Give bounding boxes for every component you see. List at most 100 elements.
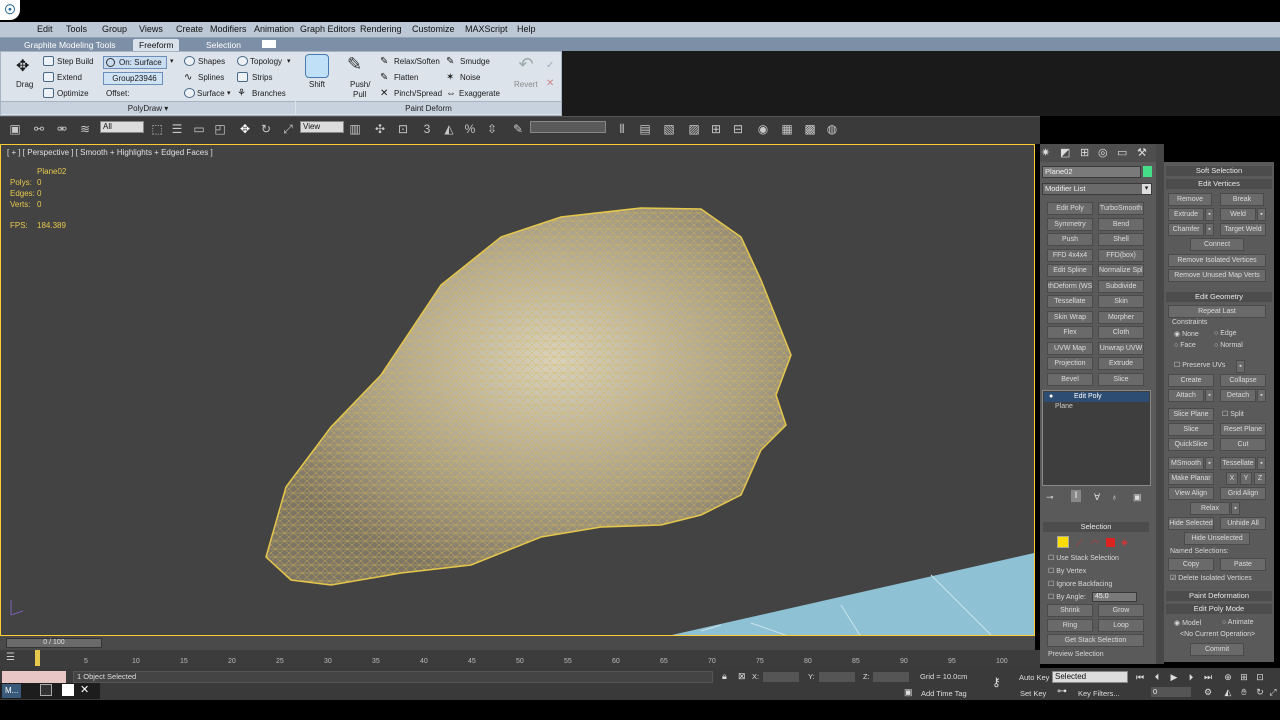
menu-maxscript[interactable]: MAXScript [465,24,508,34]
menu-views[interactable]: Views [139,24,163,34]
cancel-x-icon[interactable]: ✕ [546,78,558,90]
stack-bulb-icon[interactable]: ● [1049,393,1053,400]
graphite-toggle-icon[interactable]: ▨ [685,120,703,138]
modifier-button[interactable]: thDeform (WS [1047,279,1093,293]
modifier-button[interactable]: Morpher [1098,310,1144,324]
vertex-mode-icon[interactable] [1057,536,1069,548]
taskbar-close-icon[interactable]: ✕ [80,683,89,696]
weld-button[interactable]: Weld [1220,208,1256,221]
revert-button[interactable]: Revert [514,80,538,89]
create-tab-icon[interactable]: ✷ [1041,146,1050,159]
menu-edit[interactable]: Edit [37,24,53,34]
step-build-button[interactable]: Step Build [57,57,93,66]
hierarchy-tab-icon[interactable]: ⊞ [1080,146,1089,159]
material-editor-icon[interactable]: ◉ [754,120,772,138]
select-object-icon[interactable]: ⬚ [148,120,166,138]
menu-animation[interactable]: Animation [254,24,294,34]
modifier-button[interactable]: Flex [1047,326,1093,339]
shift-button[interactable]: Shift [309,80,325,89]
bind-space-warp-icon[interactable]: ≋ [76,120,94,138]
paint-deformation-rollout[interactable]: Paint Deformation [1166,591,1272,601]
modify-tab-icon[interactable]: ◩ [1060,146,1070,159]
revert-icon[interactable]: ↶ [514,54,538,78]
msmooth-button[interactable]: MSmooth [1168,457,1204,470]
modifier-button[interactable]: Tessellate [1047,295,1093,308]
curve-editor-icon[interactable]: ⊞ [707,120,725,138]
taskbar-blank-icon[interactable] [62,684,74,696]
remove-modifier-icon[interactable]: ♁ [1111,492,1118,502]
extrude-settings-icon[interactable]: ▪ [1205,208,1214,221]
smudge-button[interactable]: Smudge [460,57,490,66]
maxscript-listener-field[interactable] [2,671,66,683]
attach-settings-icon[interactable]: ▪ [1205,389,1214,402]
modifier-button[interactable]: Edit Spline [1047,264,1093,277]
current-frame-marker[interactable] [35,650,40,666]
grow-button[interactable]: Grow [1098,604,1144,617]
selection-rollout-header[interactable]: Selection [1043,522,1149,532]
weld-settings-icon[interactable]: ▪ [1257,208,1266,221]
break-button[interactable]: Break [1220,193,1264,206]
grid-align-button[interactable]: Grid Align [1220,487,1266,500]
configure-modifier-sets-icon[interactable]: ▣ [1133,492,1142,503]
planar-z-button[interactable]: Z [1254,472,1266,485]
show-end-result-icon[interactable]: I [1071,490,1081,502]
push-label[interactable]: Push/ [350,80,370,89]
rotate-icon[interactable]: ↻ [257,120,275,138]
create-button[interactable]: Create [1168,374,1214,387]
edit-vertices-rollout[interactable]: Edit Vertices [1166,179,1272,189]
relax-soften-button[interactable]: Relax/Soften [394,57,440,66]
edit-geometry-rollout[interactable]: Edit Geometry [1166,292,1272,302]
element-mode-icon[interactable]: ◈ [1121,537,1128,548]
maximize-viewport-icon[interactable]: ⤢ [1267,686,1279,698]
view-align-button[interactable]: View Align [1168,487,1214,500]
next-frame-icon[interactable]: ⏵ [1185,671,1197,683]
render-production-icon[interactable]: ◍ [823,120,841,138]
modifier-button[interactable]: Shell [1098,233,1144,246]
keyboard-shortcut-icon[interactable]: ⊡ [394,120,412,138]
pin-stack-icon[interactable]: ⊸ [1046,492,1054,503]
time-config-icon[interactable]: ⚙ [1202,686,1214,698]
tessellate-button[interactable]: Tessellate [1220,457,1256,470]
schematic-view-icon[interactable]: ⊟ [729,120,747,138]
manipulate-icon[interactable]: ✣ [371,120,389,138]
angle-field[interactable]: 45.0 [1092,592,1137,602]
slice-plane-button[interactable]: Slice Plane [1168,408,1214,421]
mini-curve-editor-icon[interactable]: ☰ [6,652,15,663]
modifier-button[interactable]: Unwrap UVW [1098,341,1144,355]
target-weld-button[interactable]: Target Weld [1220,223,1266,236]
copy-button[interactable]: Copy [1168,558,1214,571]
move-icon[interactable]: ✥ [236,120,254,138]
field-of-view-icon[interactable]: ◭ [1222,686,1234,698]
motion-tab-icon[interactable]: ◎ [1098,146,1108,159]
taskbar-app-3dsmax[interactable]: M... [2,684,22,698]
remove-isolated-button[interactable]: Remove Isolated Vertices [1168,254,1266,267]
model-radio[interactable]: ◉ Model [1174,619,1201,627]
ribbon-minimize-icon[interactable] [262,40,276,48]
collapse-button[interactable]: Collapse [1220,374,1266,387]
repeat-last-button[interactable]: Repeat Last [1168,305,1266,318]
snaps-toggle-icon[interactable]: 3 [418,120,436,138]
tessellate-settings-icon[interactable]: ▪ [1257,457,1266,470]
pivot-center-icon[interactable]: ▥ [346,120,364,138]
modifier-button[interactable]: Cloth [1098,326,1144,339]
border-mode-icon[interactable]: ◠ [1091,538,1099,549]
panel-scroll-strip[interactable] [1156,144,1164,664]
undo-scene-icon[interactable]: ▣ [6,120,24,138]
menu-group[interactable]: Group [102,24,127,34]
key-filters-button[interactable]: Key Filters... [1078,689,1120,698]
modifier-list-arrow-icon[interactable]: ▾ [1142,184,1151,194]
flatten-button[interactable]: Flatten [394,73,418,82]
zoom-icon[interactable]: ⊕ [1222,671,1234,683]
loop-button[interactable]: Loop [1098,619,1144,632]
constraint-none-radio[interactable]: ◉ None [1174,330,1199,338]
unlink-icon[interactable]: ⚮ [53,120,71,138]
modifier-button[interactable]: Projection [1047,357,1093,370]
push-pull-icon[interactable]: ✎ [347,54,371,78]
menu-create[interactable]: Create [176,24,203,34]
auto-key-button[interactable]: Auto Key [1019,673,1049,682]
link-icon[interactable]: ⚯ [30,120,48,138]
window-crossing-icon[interactable]: ◰ [211,120,229,138]
y-coord-field[interactable] [818,671,856,683]
modifier-button[interactable]: Skin [1098,295,1144,308]
edit-poly-mode-rollout[interactable]: Edit Poly Mode [1166,604,1272,614]
